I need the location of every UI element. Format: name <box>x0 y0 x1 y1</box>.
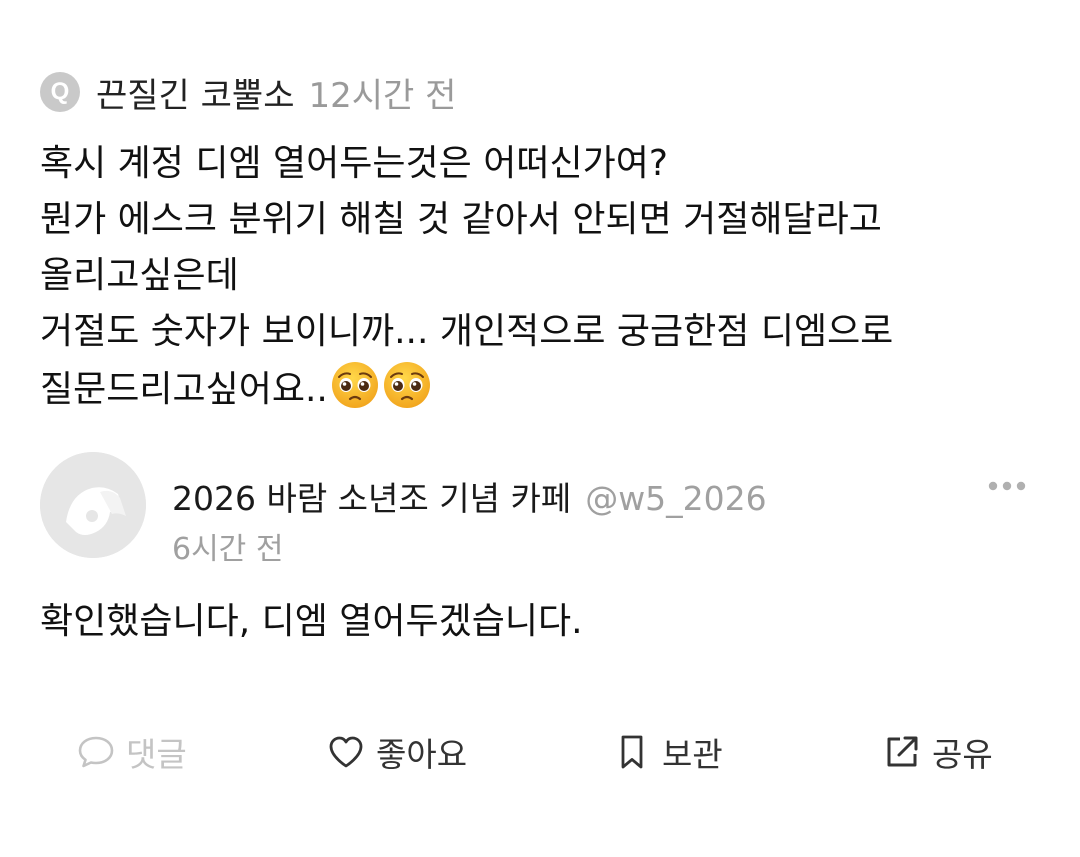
avatar[interactable] <box>40 452 146 558</box>
more-options-button[interactable] <box>984 470 1030 502</box>
default-profile-icon <box>40 452 146 558</box>
reply-author-handle[interactable]: @w5_2026 <box>585 479 766 518</box>
reply-author-name[interactable]: 2026 바람 소년조 기념 카페 <box>172 472 571 520</box>
question-badge-icon: Q <box>40 72 80 112</box>
question-body: 혹시 계정 디엠 열어두는것은 어떠신가여? 뭔가 에스크 분위기 해칠 것 같… <box>40 136 1050 418</box>
pleading-face-icon <box>383 362 430 408</box>
question-last-line: 질문드리고싶어요.. <box>40 360 1050 418</box>
reply-author-row: 2026 바람 소년조 기념 카페 @w5_2026 <box>172 472 767 520</box>
post-page: Q 끈질긴 코뿔소 12시간 전 혹시 계정 디엠 열어두는것은 어떠신가여? … <box>0 0 1080 857</box>
reply-timestamp: 6시간 전 <box>172 532 284 567</box>
question-author[interactable]: 끈질긴 코뿔소 <box>96 68 295 117</box>
share-icon <box>882 732 922 772</box>
reply-body: 확인했습니다, 디엠 열어두겠습니다. <box>40 601 583 642</box>
heart-icon <box>326 732 366 772</box>
pleading-face-icon <box>331 362 378 408</box>
question-line: 질문드리고싶어요.. <box>40 369 328 410</box>
bookmark-label: 보관 <box>662 735 723 774</box>
more-dots-icon <box>988 481 1026 491</box>
question-line: 거절도 숫자가 보이니까... 개인적으로 궁금한점 디엠으로 <box>40 311 894 352</box>
share-button[interactable]: 공유 <box>882 722 993 782</box>
share-label: 공유 <box>932 735 993 774</box>
bookmark-icon <box>612 732 652 772</box>
like-button[interactable]: 좋아요 <box>326 722 467 782</box>
comment-button[interactable]: 댓글 <box>76 722 187 782</box>
bookmark-button[interactable]: 보관 <box>612 722 723 782</box>
speech-bubble-icon <box>76 732 116 772</box>
like-label: 좋아요 <box>376 735 468 774</box>
question-header: Q 끈질긴 코뿔소 12시간 전 <box>40 66 456 118</box>
question-line: 뭔가 에스크 분위기 해칠 것 같아서 안되면 거절해달라고 <box>40 199 882 240</box>
comment-label: 댓글 <box>126 735 187 774</box>
question-timestamp: 12시간 전 <box>308 75 457 116</box>
question-line: 올리고싶은데 <box>40 255 239 296</box>
question-line: 혹시 계정 디엠 열어두는것은 어떠신가여? <box>40 143 668 184</box>
